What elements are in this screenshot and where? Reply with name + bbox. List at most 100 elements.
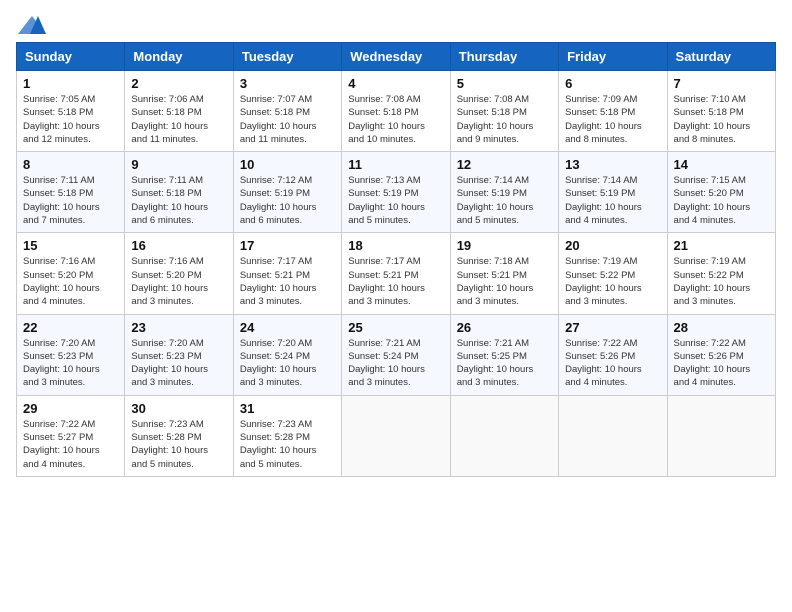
day-number: 30 [131, 401, 226, 416]
calendar-day-cell: 30 Sunrise: 7:23 AM Sunset: 5:28 PM Dayli… [125, 395, 233, 476]
logo [16, 16, 46, 34]
day-number: 28 [674, 320, 769, 335]
calendar-day-cell: 11 Sunrise: 7:13 AM Sunset: 5:19 PM Dayli… [342, 152, 450, 233]
day-info: Sunrise: 7:20 AM Sunset: 5:23 PM Dayligh… [131, 337, 226, 390]
calendar-day-cell: 28 Sunrise: 7:22 AM Sunset: 5:26 PM Dayli… [667, 314, 775, 395]
calendar-day-cell: 13 Sunrise: 7:14 AM Sunset: 5:19 PM Dayli… [559, 152, 667, 233]
day-number: 6 [565, 76, 660, 91]
day-number: 29 [23, 401, 118, 416]
day-info: Sunrise: 7:08 AM Sunset: 5:18 PM Dayligh… [457, 93, 552, 146]
day-info: Sunrise: 7:19 AM Sunset: 5:22 PM Dayligh… [674, 255, 769, 308]
calendar-table: SundayMondayTuesdayWednesdayThursdayFrid… [16, 42, 776, 477]
day-info: Sunrise: 7:15 AM Sunset: 5:20 PM Dayligh… [674, 174, 769, 227]
day-number: 13 [565, 157, 660, 172]
day-info: Sunrise: 7:10 AM Sunset: 5:18 PM Dayligh… [674, 93, 769, 146]
calendar-day-cell: 5 Sunrise: 7:08 AM Sunset: 5:18 PM Daylig… [450, 71, 558, 152]
weekday-header: Saturday [667, 43, 775, 71]
weekday-header: Tuesday [233, 43, 341, 71]
day-number: 20 [565, 238, 660, 253]
calendar-day-cell: 27 Sunrise: 7:22 AM Sunset: 5:26 PM Dayli… [559, 314, 667, 395]
calendar-day-cell [342, 395, 450, 476]
day-info: Sunrise: 7:17 AM Sunset: 5:21 PM Dayligh… [348, 255, 443, 308]
day-info: Sunrise: 7:11 AM Sunset: 5:18 PM Dayligh… [23, 174, 118, 227]
day-info: Sunrise: 7:14 AM Sunset: 5:19 PM Dayligh… [565, 174, 660, 227]
day-number: 23 [131, 320, 226, 335]
calendar-day-cell: 23 Sunrise: 7:20 AM Sunset: 5:23 PM Dayli… [125, 314, 233, 395]
day-number: 12 [457, 157, 552, 172]
day-number: 27 [565, 320, 660, 335]
calendar-day-cell: 3 Sunrise: 7:07 AM Sunset: 5:18 PM Daylig… [233, 71, 341, 152]
calendar-day-cell: 17Sunrise: 7:17 AM Sunset: 5:21 PM Dayli… [233, 233, 341, 314]
calendar-day-cell: 8 Sunrise: 7:11 AM Sunset: 5:18 PM Daylig… [17, 152, 125, 233]
calendar-week-row: 8 Sunrise: 7:11 AM Sunset: 5:18 PM Daylig… [17, 152, 776, 233]
day-number: 1 [23, 76, 118, 91]
day-number: 15 [23, 238, 118, 253]
calendar-day-cell: 26 Sunrise: 7:21 AM Sunset: 5:25 PM Dayli… [450, 314, 558, 395]
day-info: Sunrise: 7:22 AM Sunset: 5:26 PM Dayligh… [674, 337, 769, 390]
day-number: 4 [348, 76, 443, 91]
calendar-day-cell: 4Sunrise: 7:08 AM Sunset: 5:18 PM Daylig… [342, 71, 450, 152]
day-info: Sunrise: 7:05 AM Sunset: 5:18 PM Dayligh… [23, 93, 118, 146]
day-info: Sunrise: 7:12 AM Sunset: 5:19 PM Dayligh… [240, 174, 335, 227]
day-info: Sunrise: 7:16 AM Sunset: 5:20 PM Dayligh… [131, 255, 226, 308]
day-info: Sunrise: 7:21 AM Sunset: 5:25 PM Dayligh… [457, 337, 552, 390]
calendar-day-cell [450, 395, 558, 476]
day-info: Sunrise: 7:13 AM Sunset: 5:19 PM Dayligh… [348, 174, 443, 227]
page-header [16, 16, 776, 34]
calendar-day-cell: 22 Sunrise: 7:20 AM Sunset: 5:23 PM Dayli… [17, 314, 125, 395]
day-number: 16 [131, 238, 226, 253]
day-info: Sunrise: 7:09 AM Sunset: 5:18 PM Dayligh… [565, 93, 660, 146]
calendar-day-cell: 20 Sunrise: 7:19 AM Sunset: 5:22 PM Dayli… [559, 233, 667, 314]
day-number: 5 [457, 76, 552, 91]
day-number: 31 [240, 401, 335, 416]
calendar-day-cell [667, 395, 775, 476]
day-number: 7 [674, 76, 769, 91]
weekday-header: Thursday [450, 43, 558, 71]
calendar-day-cell: 12Sunrise: 7:14 AM Sunset: 5:19 PM Dayli… [450, 152, 558, 233]
calendar-day-cell: 2Sunrise: 7:06 AM Sunset: 5:18 PM Daylig… [125, 71, 233, 152]
calendar-day-cell: 7 Sunrise: 7:10 AM Sunset: 5:18 PM Daylig… [667, 71, 775, 152]
day-number: 26 [457, 320, 552, 335]
day-number: 21 [674, 238, 769, 253]
calendar-day-cell [559, 395, 667, 476]
day-number: 14 [674, 157, 769, 172]
calendar-header-row: SundayMondayTuesdayWednesdayThursdayFrid… [17, 43, 776, 71]
day-info: Sunrise: 7:23 AM Sunset: 5:28 PM Dayligh… [240, 418, 335, 471]
calendar-day-cell: 16 Sunrise: 7:16 AM Sunset: 5:20 PM Dayli… [125, 233, 233, 314]
day-number: 10 [240, 157, 335, 172]
calendar-day-cell: 18Sunrise: 7:17 AM Sunset: 5:21 PM Dayli… [342, 233, 450, 314]
weekday-header: Wednesday [342, 43, 450, 71]
day-info: Sunrise: 7:20 AM Sunset: 5:24 PM Dayligh… [240, 337, 335, 390]
calendar-week-row: 15 Sunrise: 7:16 AM Sunset: 5:20 PM Dayli… [17, 233, 776, 314]
weekday-header: Monday [125, 43, 233, 71]
calendar-day-cell: 25 Sunrise: 7:21 AM Sunset: 5:24 PM Dayli… [342, 314, 450, 395]
logo-icon [18, 16, 46, 34]
day-number: 22 [23, 320, 118, 335]
calendar-day-cell: 1 Sunrise: 7:05 AM Sunset: 5:18 PM Daylig… [17, 71, 125, 152]
day-info: Sunrise: 7:17 AM Sunset: 5:21 PM Dayligh… [240, 255, 335, 308]
day-number: 9 [131, 157, 226, 172]
weekday-header: Sunday [17, 43, 125, 71]
day-info: Sunrise: 7:21 AM Sunset: 5:24 PM Dayligh… [348, 337, 443, 390]
day-number: 11 [348, 157, 443, 172]
calendar-day-cell: 10 Sunrise: 7:12 AM Sunset: 5:19 PM Dayli… [233, 152, 341, 233]
day-number: 24 [240, 320, 335, 335]
day-info: Sunrise: 7:22 AM Sunset: 5:26 PM Dayligh… [565, 337, 660, 390]
day-number: 19 [457, 238, 552, 253]
day-info: Sunrise: 7:19 AM Sunset: 5:22 PM Dayligh… [565, 255, 660, 308]
day-number: 25 [348, 320, 443, 335]
day-info: Sunrise: 7:22 AM Sunset: 5:27 PM Dayligh… [23, 418, 118, 471]
day-info: Sunrise: 7:20 AM Sunset: 5:23 PM Dayligh… [23, 337, 118, 390]
day-info: Sunrise: 7:07 AM Sunset: 5:18 PM Dayligh… [240, 93, 335, 146]
calendar-day-cell: 29 Sunrise: 7:22 AM Sunset: 5:27 PM Dayli… [17, 395, 125, 476]
calendar-week-row: 29 Sunrise: 7:22 AM Sunset: 5:27 PM Dayli… [17, 395, 776, 476]
day-number: 8 [23, 157, 118, 172]
day-info: Sunrise: 7:11 AM Sunset: 5:18 PM Dayligh… [131, 174, 226, 227]
calendar-week-row: 1 Sunrise: 7:05 AM Sunset: 5:18 PM Daylig… [17, 71, 776, 152]
day-number: 3 [240, 76, 335, 91]
calendar-day-cell: 6 Sunrise: 7:09 AM Sunset: 5:18 PM Daylig… [559, 71, 667, 152]
calendar-day-cell: 31 Sunrise: 7:23 AM Sunset: 5:28 PM Dayli… [233, 395, 341, 476]
day-number: 2 [131, 76, 226, 91]
calendar-day-cell: 9 Sunrise: 7:11 AM Sunset: 5:18 PM Daylig… [125, 152, 233, 233]
day-info: Sunrise: 7:23 AM Sunset: 5:28 PM Dayligh… [131, 418, 226, 471]
